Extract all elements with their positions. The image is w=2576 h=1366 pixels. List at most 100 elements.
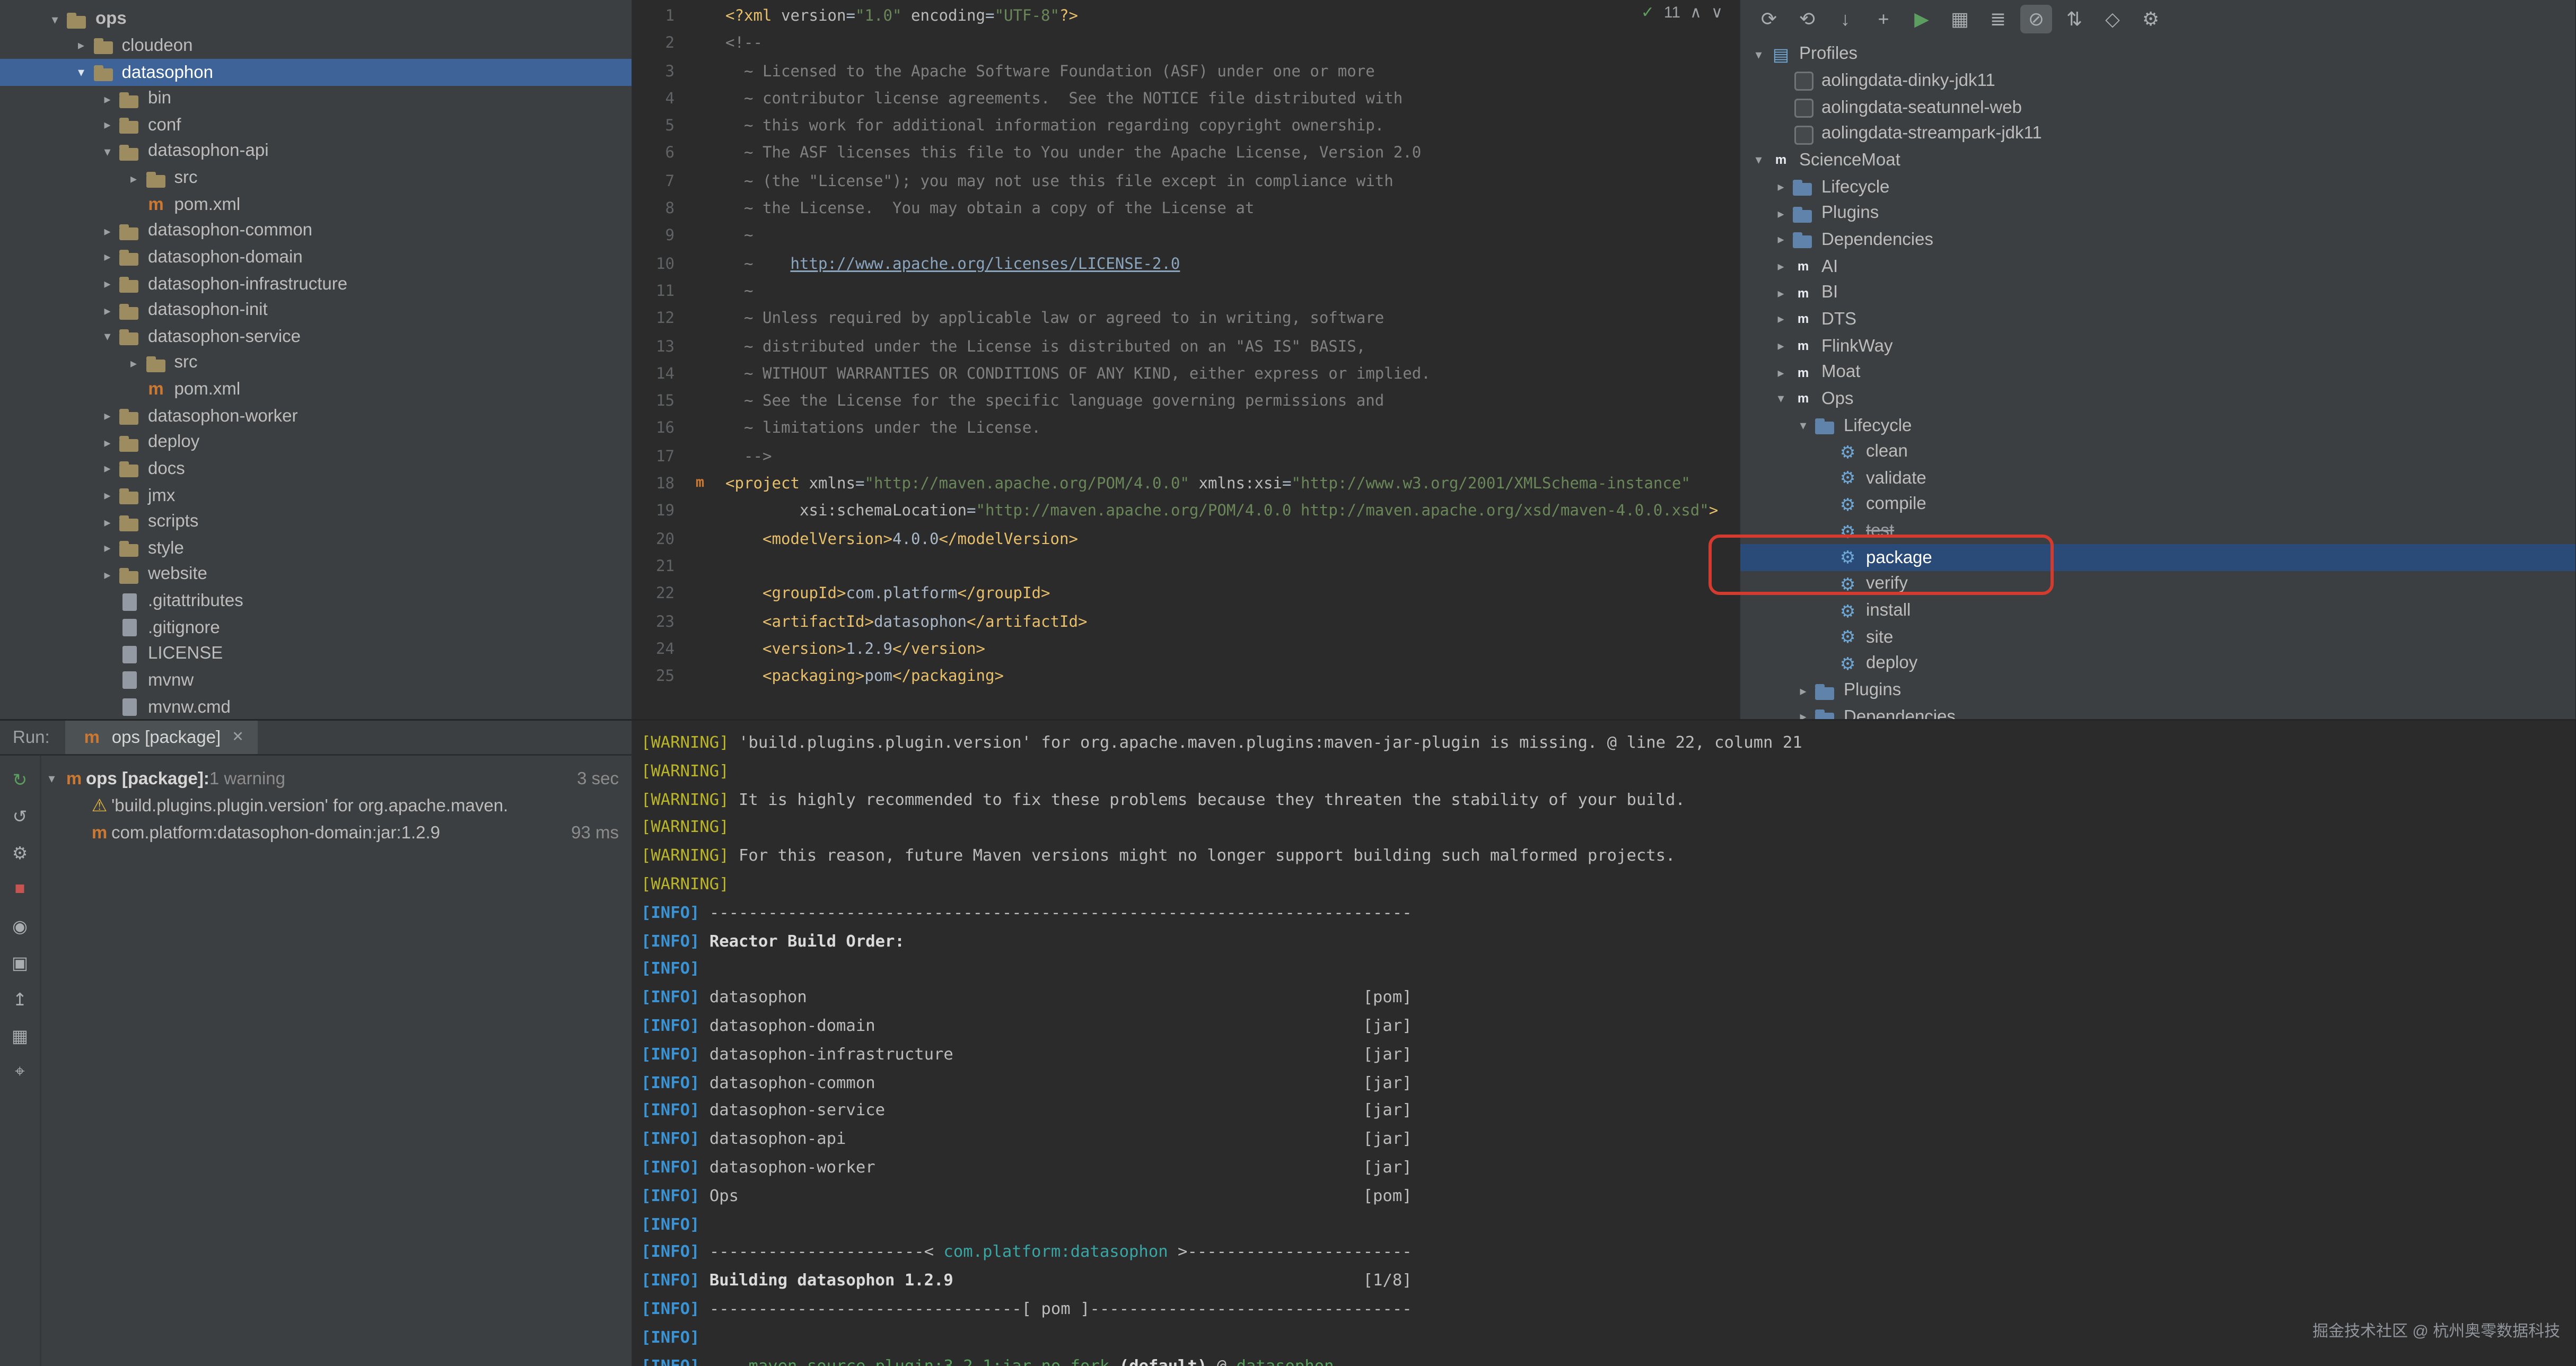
tree-item-style[interactable]: ▸style [0, 536, 632, 562]
expand-arrow-icon[interactable]: ▸ [97, 277, 118, 291]
prev-inspection-icon[interactable]: ∧ [1690, 5, 1702, 22]
generate-sources-icon[interactable]: ⟲ [1791, 5, 1823, 33]
maven-settings-icon[interactable]: ⚙ [2135, 5, 2167, 33]
editor-line[interactable]: 20 <modelVersion>4.0.0</modelVersion> [633, 526, 1739, 554]
thread-dump-icon[interactable]: ▣ [7, 951, 33, 974]
rerun-icon[interactable]: ↻ [7, 768, 33, 791]
editor-line[interactable]: 7 ~ (the "License"); you may not use thi… [633, 168, 1739, 196]
tree-item-website[interactable]: ▸website [0, 562, 632, 588]
maven-item-aolingdata-streampark-jdk11[interactable]: aolingdata-streampark-jdk11 [1740, 121, 2576, 147]
tree-item-scripts[interactable]: ▸scripts [0, 509, 632, 536]
maven-item-dependencies[interactable]: ▸Dependencies [1740, 227, 2576, 253]
tree-item-src[interactable]: ▸src [0, 350, 632, 376]
editor-line[interactable]: 11 ~ [633, 278, 1739, 306]
editor-line[interactable]: 24 <version>1.2.9</version> [633, 636, 1739, 663]
expand-arrow-icon[interactable]: ▾ [1793, 418, 1813, 433]
run-tree-item[interactable]: ⚠'build.plugins.plugin.version' for org.… [41, 793, 632, 820]
maven-item-dependencies[interactable]: ▸Dependencies [1740, 704, 2576, 719]
tree-item-pom-xml[interactable]: mpom.xml [0, 191, 632, 218]
expand-arrow-icon[interactable]: ▸ [97, 515, 118, 529]
editor-line[interactable]: 22 <groupId>com.platform</groupId> [633, 581, 1739, 609]
collapse-all-icon[interactable]: ⇅ [2058, 5, 2090, 33]
expand-arrow-icon[interactable]: ▾ [71, 65, 92, 80]
expand-arrow-icon[interactable]: ▸ [97, 568, 118, 582]
editor-line[interactable]: 8 ~ the License. You may obtain a copy o… [633, 196, 1739, 223]
run-tab-ops-package[interactable]: m ops [package] ✕ [66, 721, 258, 754]
maven-item-sciencemoat[interactable]: ▾mScienceMoat [1740, 147, 2576, 174]
layout-icon[interactable]: ▦ [7, 1024, 33, 1047]
editor-line[interactable]: 16 ~ limitations under the License. [633, 416, 1739, 443]
expand-arrow-icon[interactable]: ▾ [41, 772, 62, 786]
expand-arrow-icon[interactable]: ▾ [97, 145, 118, 159]
run-tree-item[interactable]: mcom.platform:datasophon-domain:jar:1.2.… [41, 820, 632, 848]
maven-item-lifecycle[interactable]: ▸Lifecycle [1740, 174, 2576, 200]
expand-arrow-icon[interactable]: ▸ [1771, 365, 1791, 380]
editor-line[interactable]: 3 ~ Licensed to the Apache Software Foun… [633, 58, 1739, 86]
maven-item-verify[interactable]: ⚙verify [1740, 571, 2576, 598]
expand-arrow-icon[interactable]: ▸ [1793, 684, 1813, 698]
expand-arrow-icon[interactable]: ▸ [97, 462, 118, 476]
maven-item-lifecycle[interactable]: ▾Lifecycle [1740, 413, 2576, 439]
editor-line[interactable]: 5 ~ this work for additional information… [633, 113, 1739, 141]
rerun-failed-icon[interactable]: ↺ [7, 805, 33, 827]
tree-item-datasophon-init[interactable]: ▸datasophon-init [0, 297, 632, 324]
tree-item-cloudeon[interactable]: ▸cloudeon [0, 33, 632, 59]
expand-arrow-icon[interactable]: ▸ [97, 435, 118, 450]
find-icon[interactable]: ◉ [7, 915, 33, 937]
expand-arrow-icon[interactable]: ▸ [1771, 180, 1791, 194]
expand-arrow-icon[interactable]: ▸ [1771, 286, 1791, 300]
expand-arrow-icon[interactable]: ▸ [97, 488, 118, 503]
editor-line[interactable]: 25 <packaging>pom</packaging> [633, 663, 1739, 691]
expand-arrow-icon[interactable]: ▸ [97, 250, 118, 265]
expand-arrow-icon[interactable]: ▸ [97, 92, 118, 106]
editor-line[interactable]: 13 ~ distributed under the License is di… [633, 334, 1739, 361]
build-settings-icon[interactable]: ⚙ [7, 842, 33, 864]
maven-item-install[interactable]: ⚙install [1740, 598, 2576, 624]
dependency-analyzer-icon[interactable]: ◇ [2097, 5, 2128, 33]
expand-arrow-icon[interactable]: ▾ [45, 12, 65, 27]
tree-item-ops[interactable]: ▾ops [0, 6, 632, 33]
maven-item-validate[interactable]: ⚙validate [1740, 466, 2576, 492]
editor-line[interactable]: 18m<project xmlns="http://maven.apache.o… [633, 471, 1739, 498]
maven-item-deploy[interactable]: ⚙deploy [1740, 651, 2576, 677]
maven-item-ops[interactable]: ▾mOps [1740, 386, 2576, 413]
inspection-widget[interactable]: ✓ 11 ∧ ∨ [1641, 5, 1723, 22]
tree-item-conf[interactable]: ▸conf [0, 112, 632, 139]
maven-item-bi[interactable]: ▸mBI [1740, 280, 2576, 307]
build-console[interactable]: [WARNING] 'build.plugins.plugin.version'… [633, 721, 2576, 1366]
expand-arrow-icon[interactable]: ▾ [1748, 47, 1769, 62]
editor-line[interactable]: 23 <artifactId>datasophon</artifactId> [633, 609, 1739, 636]
tree-item-bin[interactable]: ▸bin [0, 86, 632, 112]
editor-line[interactable]: 1<?xml version="1.0" encoding="UTF-8"?> [633, 3, 1739, 31]
expand-arrow-icon[interactable]: ▸ [71, 39, 92, 53]
editor-line[interactable]: 9 ~ [633, 223, 1739, 251]
expand-arrow-icon[interactable]: ▾ [1748, 153, 1769, 168]
expand-arrow-icon[interactable]: ▸ [1771, 339, 1791, 353]
expand-arrow-icon[interactable]: ▸ [97, 409, 118, 424]
tree-item-datasophon[interactable]: ▾datasophon [0, 59, 632, 86]
maven-item-clean[interactable]: ⚙clean [1740, 439, 2576, 466]
expand-arrow-icon[interactable]: ▸ [1771, 206, 1791, 221]
expand-arrow-icon[interactable]: ▸ [124, 171, 144, 186]
skip-tests-icon[interactable]: ⊘ [2020, 5, 2052, 33]
tree-item-datasophon-common[interactable]: ▸datasophon-common [0, 218, 632, 244]
expand-arrow-icon[interactable]: ▸ [97, 224, 118, 238]
expand-arrow-icon[interactable]: ▸ [1771, 312, 1791, 327]
expand-arrow-icon[interactable]: ▸ [97, 303, 118, 318]
close-tab-icon[interactable]: ✕ [232, 729, 244, 746]
maven-item-moat[interactable]: ▸mMoat [1740, 360, 2576, 386]
expand-arrow-icon[interactable]: ▾ [97, 330, 118, 344]
maven-item-test[interactable]: ⚙test [1740, 518, 2576, 545]
expand-arrow-icon[interactable]: ▸ [1771, 259, 1791, 274]
next-inspection-icon[interactable]: ∨ [1711, 5, 1723, 22]
code-editor[interactable]: 1<?xml version="1.0" encoding="UTF-8"?>2… [633, 0, 1739, 719]
pin-icon[interactable]: ⌖ [7, 1061, 33, 1083]
tree-item-src[interactable]: ▸src [0, 165, 632, 191]
editor-line[interactable]: 19 xsi:schemaLocation="http://maven.apac… [633, 498, 1739, 526]
tree-item-deploy[interactable]: ▸deploy [0, 430, 632, 456]
editor-line[interactable]: 2<!-- [633, 31, 1739, 58]
maven-item-plugins[interactable]: ▸Plugins [1740, 677, 2576, 704]
editor-line[interactable]: 6 ~ The ASF licenses this file to You un… [633, 141, 1739, 168]
maven-item-profiles[interactable]: ▾▤Profiles [1740, 41, 2576, 68]
maven-item-compile[interactable]: ⚙compile [1740, 492, 2576, 518]
